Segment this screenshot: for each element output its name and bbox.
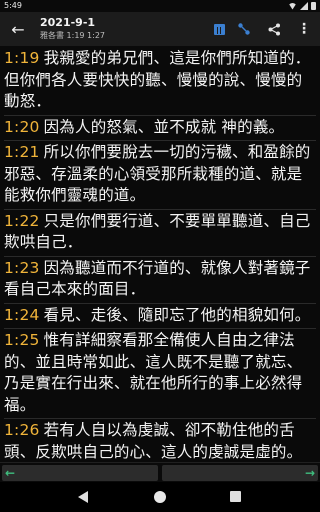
verse-text: 若有人自以為虔誠、卻不勒住他的舌頭、反欺哄自己的心、這人的虔誠是虛的。 (4, 421, 303, 461)
verse-text: 因為聽道而不行道的、就像人對著鏡子看自己本來的面目． (4, 258, 311, 299)
signal-icon (300, 2, 308, 10)
calendar-icon[interactable] (207, 17, 231, 41)
verse-row[interactable]: 1:25 惟有詳細察看那全備使人自由之律法的、並且時常如此、這人既不是聽了就忘、乃… (4, 330, 316, 419)
verse-row[interactable]: 1:22 只是你們要行道、不要單單聽道、自己欺哄自己． (4, 211, 316, 257)
verse-number: 1:22 (4, 211, 40, 230)
verse-row[interactable]: 1:21 所以你們要脫去一切的污穢、和盈餘的邪惡、存溫柔的心領受那所栽種的道、就是… (4, 142, 316, 210)
verse-number: 1:26 (4, 421, 40, 439)
verse-number: 1:23 (4, 258, 40, 277)
system-navigation-bar (0, 482, 320, 512)
status-bar: 5:49 (0, 0, 320, 12)
verse-text: 因為人的怒氣、並不成就 神的義。 (43, 117, 285, 136)
verse-row[interactable]: 1:19 我親愛的弟兄們、這是你們所知道的．但你們各人要快快的聽、慢慢的說、慢慢的… (4, 46, 316, 116)
system-back-icon[interactable] (78, 491, 88, 503)
verse-number: 1:24 (4, 305, 40, 324)
page-subtitle: 雅各書 1:19 1:27 (40, 31, 106, 40)
battery-icon (311, 2, 316, 10)
arrow-left-icon: ← (5, 466, 16, 480)
share-icon[interactable] (262, 17, 286, 41)
status-time: 5:49 (4, 1, 22, 10)
verse-number: 1:20 (4, 117, 40, 136)
verse-row[interactable]: 1:23 因為聽道而不行道的、就像人對著鏡子看自己本來的面目． (4, 258, 316, 304)
compare-glyph (238, 23, 250, 35)
verse-text: 惟有詳細察看那全備使人自由之律法的、並且時常如此、這人既不是聽了就忘、乃是實在行… (4, 331, 303, 414)
system-recents-icon[interactable] (230, 491, 241, 502)
verse-row[interactable]: 1:26 若有人自以為虔誠、卻不勒住他的舌頭、反欺哄自己的心、這人的虔誠是虛的。 (4, 420, 316, 462)
next-button[interactable]: → (162, 465, 318, 481)
more-options-icon[interactable]: ⋮ (292, 17, 316, 41)
verse-row[interactable]: 1:20 因為人的怒氣、並不成就 神的義。 (4, 117, 316, 141)
previous-button[interactable]: ← (2, 465, 158, 481)
system-icons (288, 0, 316, 12)
title-block: 2021-9-1 雅各書 1:19 1:27 (40, 16, 105, 41)
system-home-icon[interactable] (154, 491, 166, 503)
wifi-icon (288, 2, 297, 10)
verse-number: 1:19 (4, 49, 40, 67)
verse-number: 1:21 (4, 143, 40, 161)
verse-text: 只是你們要行道、不要單單聽道、自己欺哄自己． (4, 211, 311, 252)
compare-icon[interactable] (232, 17, 256, 41)
verse-text: 看見、走後、隨即忘了他的相貌如何。 (43, 305, 311, 324)
verse-list[interactable]: 1:19 我親愛的弟兄們、這是你們所知道的．但你們各人要快快的聽、慢慢的說、慢慢的… (0, 46, 320, 462)
page-title: 2021-9-1 (40, 16, 96, 29)
calendar-glyph (213, 23, 225, 35)
verse-text: 我親愛的弟兄們、這是你們所知道的．但你們各人要快快的聽、慢慢的說、慢慢的動怒． (4, 49, 311, 110)
arrow-right-icon: → (304, 466, 315, 480)
back-arrow-icon[interactable]: ← (6, 17, 30, 41)
verse-row[interactable]: 1:24 看見、走後、隨即忘了他的相貌如何。 (4, 305, 316, 329)
bottom-nav: ← → (0, 462, 320, 482)
app-bar: ← 2021-9-1 雅各書 1:19 1:27 ⋮ (0, 12, 320, 46)
verse-number: 1:25 (4, 331, 40, 349)
share-glyph (268, 23, 280, 35)
verse-text: 所以你們要脫去一切的污穢、和盈餘的邪惡、存溫柔的心領受那所栽種的道、就是能救你們… (4, 143, 311, 204)
